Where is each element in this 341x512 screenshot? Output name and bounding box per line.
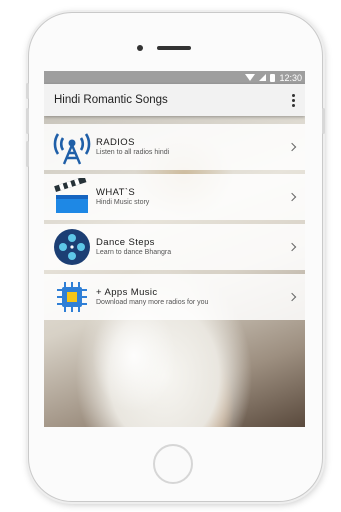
- item-subtitle: Download many more radios for you: [96, 299, 209, 306]
- radio-tower-icon: [52, 128, 92, 166]
- chevron-right-icon: [287, 242, 297, 252]
- volume-up-button: [26, 83, 29, 99]
- list-item-dance-steps[interactable]: Dance Steps Learn to dance Bhangra: [44, 224, 305, 270]
- chevron-right-icon: [287, 292, 297, 302]
- chip-icon: [52, 278, 92, 316]
- list-item-radios[interactable]: RADIOS Listen to all radios hindi: [44, 124, 305, 170]
- item-subtitle: Hindi Music story: [96, 199, 150, 206]
- item-title: Dance Steps: [96, 237, 155, 248]
- app-title: Hindi Romantic Songs: [54, 94, 168, 106]
- item-subtitle: Learn to dance Bhangra: [96, 249, 172, 256]
- front-camera: [137, 45, 143, 51]
- item-subtitle: Listen to all radios hindi: [96, 149, 170, 156]
- app-toolbar: Hindi Romantic Songs: [44, 84, 305, 116]
- item-title: + Apps Music: [96, 287, 158, 298]
- battery-icon: [270, 73, 276, 82]
- item-title: WHAT`S: [96, 187, 136, 198]
- wifi-icon: [245, 74, 256, 81]
- menu-list: RADIOS Listen to all radios hindi WHAT`S…: [44, 124, 305, 324]
- status-time: 12:30: [279, 72, 302, 83]
- status-bar: 12:30: [44, 71, 305, 84]
- item-title: RADIOS: [96, 137, 135, 148]
- chevron-right-icon: [287, 192, 297, 202]
- app-screen: 12:30 Hindi Romantic Songs RADIOS Listen…: [44, 71, 305, 427]
- chevron-right-icon: [287, 142, 297, 152]
- clapperboard-icon: [52, 176, 92, 216]
- mute-switch: [26, 141, 29, 167]
- volume-down-button: [26, 108, 29, 134]
- signal-icon: [259, 74, 267, 81]
- list-item-apps-music[interactable]: + Apps Music Download many more radios f…: [44, 274, 305, 320]
- home-button[interactable]: [153, 444, 193, 484]
- earpiece-speaker: [157, 46, 191, 50]
- film-reel-icon: [52, 228, 92, 266]
- power-button: [322, 108, 325, 134]
- overflow-menu-icon[interactable]: [283, 90, 303, 110]
- list-item-whats[interactable]: WHAT`S Hindi Music story: [44, 174, 305, 220]
